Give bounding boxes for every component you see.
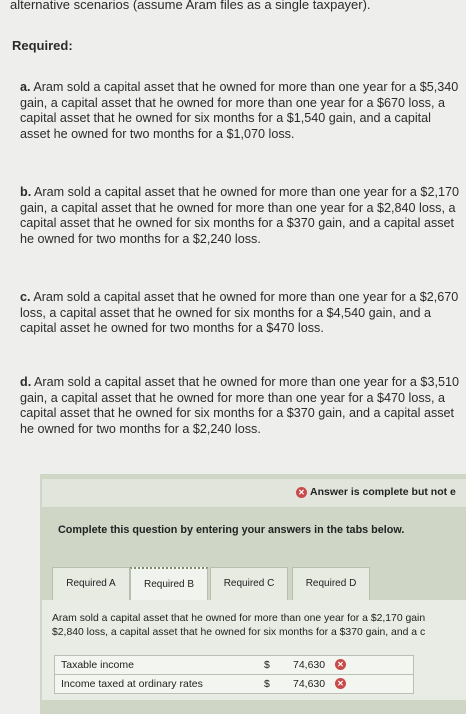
- scenario-letter: b.: [20, 185, 32, 199]
- table-row: Taxable income $ 74,630 ✕: [54, 655, 414, 675]
- answer-status: ✕ Answer is complete but not e: [296, 486, 456, 498]
- scenario-b: b. Aram sold a capital asset that he own…: [20, 185, 460, 247]
- required-heading: Required:: [12, 38, 73, 53]
- answer-status-text: Answer is complete but not e: [310, 486, 456, 498]
- tab-required-a[interactable]: Required A: [52, 567, 130, 601]
- instructions: Complete this question by entering your …: [58, 524, 405, 536]
- answer-input[interactable]: 74,630: [293, 656, 325, 674]
- intro-text: alternative scenarios (assume Aram files…: [10, 0, 371, 12]
- tab-required-c[interactable]: Required C: [210, 567, 288, 601]
- row-label: Income taxed at ordinary rates: [61, 678, 203, 690]
- question-text: Aram sold a capital asset that he owned …: [52, 612, 466, 640]
- scenario-d: d. Aram sold a capital asset that he own…: [20, 375, 460, 437]
- tab-required-d[interactable]: Required D: [292, 567, 370, 601]
- scenario-text: Aram sold a capital asset that he owned …: [20, 80, 459, 141]
- scenario-text: Aram sold a capital asset that he owned …: [20, 185, 459, 246]
- scenario-text: Aram sold a capital asset that he owned …: [20, 290, 459, 336]
- question-line: Aram sold a capital asset that he owned …: [52, 613, 426, 624]
- row-label: Taxable income: [61, 659, 134, 671]
- scenario-letter: c.: [20, 290, 31, 304]
- scenario-text: Aram sold a capital asset that he owned …: [20, 375, 459, 436]
- scenario-c: c. Aram sold a capital asset that he own…: [20, 290, 460, 337]
- x-icon: ✕: [296, 486, 307, 498]
- currency-symbol: $: [264, 678, 270, 690]
- currency-symbol: $: [264, 659, 270, 671]
- question-line: $2,840 loss, a capital asset that he own…: [52, 627, 426, 638]
- x-icon: ✕: [335, 659, 346, 670]
- scenario-letter: d.: [20, 375, 32, 389]
- scenario-a: a. Aram sold a capital asset that he own…: [20, 80, 460, 142]
- x-icon: ✕: [335, 678, 346, 689]
- scenario-letter: a.: [20, 80, 31, 94]
- tab-required-b[interactable]: Required B: [130, 567, 208, 602]
- table-row: Income taxed at ordinary rates $ 74,630 …: [54, 674, 414, 694]
- answer-input[interactable]: 74,630: [293, 675, 325, 693]
